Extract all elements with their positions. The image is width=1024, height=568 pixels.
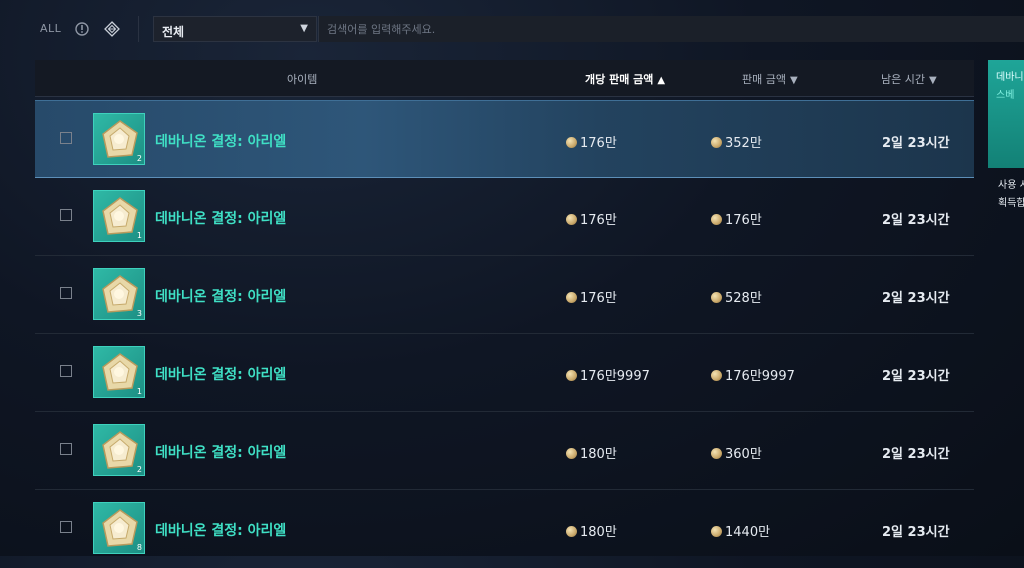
item-name: 데바니온 결정: 아리엘 <box>155 289 287 305</box>
item-detail-card: 데바니 스베 <box>988 60 1024 168</box>
chevron-down-icon: ▼ <box>300 23 308 34</box>
unit-price: 176만9997 <box>566 365 650 384</box>
unit-price: 176만 <box>566 132 617 151</box>
total-price: 352만 <box>711 132 762 151</box>
item-name: 데바니온 결정: 아리엘 <box>155 523 287 539</box>
crystal-item-icon: 8 <box>93 502 145 554</box>
time-left: 2일 23시간 <box>882 447 950 462</box>
sort-ascending-icon: ▲ <box>657 75 666 86</box>
row-checkbox[interactable] <box>60 132 72 144</box>
detail-title: 데바니 <box>996 72 1024 83</box>
unit-price: 176만 <box>566 287 617 306</box>
row-checkbox[interactable] <box>60 521 72 533</box>
item-name: 데바니온 결정: 아리엘 <box>155 211 287 227</box>
unit-price-value: 176만 <box>580 291 617 306</box>
table-header: 아이템 개당 판매 금액 ▲ 판매 금액 ▼ 남은 시간 ▼ <box>35 60 974 97</box>
total-price-value: 360만 <box>725 447 762 462</box>
unit-price: 176만 <box>566 209 617 228</box>
unit-price-value: 176만9997 <box>580 369 650 384</box>
info-circle-icon[interactable] <box>74 21 90 37</box>
total-price-value: 1440만 <box>725 525 771 540</box>
total-price-value: 528만 <box>725 291 762 306</box>
item-quantity: 8 <box>136 543 142 552</box>
coin-icon <box>711 370 722 381</box>
table-row[interactable]: 8 데바니온 결정: 아리엘 180만 1440만 2일 23시간 <box>35 490 974 568</box>
crystal-item-icon: 2 <box>93 424 145 476</box>
table-row[interactable]: 1 데바니온 결정: 아리엘 176만 176만 2일 23시간 <box>35 178 974 256</box>
crystal-item-icon: 3 <box>93 268 145 320</box>
total-price: 528만 <box>711 287 762 306</box>
table-row[interactable]: 2 데바니온 결정: 아리엘 180만 360만 2일 23시간 <box>35 412 974 490</box>
detail-subtitle: 스베 <box>996 90 1015 101</box>
unit-price-value: 180만 <box>580 525 617 540</box>
coin-icon <box>566 292 577 303</box>
unit-price-value: 180만 <box>580 447 617 462</box>
time-left: 2일 23시간 <box>882 291 950 306</box>
time-left: 2일 23시간 <box>882 136 950 151</box>
time-left: 2일 23시간 <box>882 525 950 540</box>
unit-price-value: 176만 <box>580 213 617 228</box>
item-detail-panel: 데바니 스베 사용 시 획득합 <box>984 56 1024 216</box>
item-quantity: 1 <box>136 387 142 396</box>
column-header-unit-price-label: 개당 판매 금액 <box>585 73 654 86</box>
total-price-value: 176만9997 <box>725 369 795 384</box>
crystal-item-icon: 1 <box>93 346 145 398</box>
time-left: 2일 23시간 <box>882 369 950 384</box>
coin-icon <box>711 526 722 537</box>
total-price: 1440만 <box>711 521 770 540</box>
coin-icon <box>566 448 577 459</box>
coin-icon <box>566 526 577 537</box>
total-price-value: 176만 <box>725 213 762 228</box>
column-header-total-price-label: 판매 금액 <box>742 73 786 86</box>
row-checkbox[interactable] <box>60 443 72 455</box>
unit-price: 180만 <box>566 443 617 462</box>
diamond-grid-icon[interactable] <box>104 21 120 37</box>
coin-icon <box>566 370 577 381</box>
item-name: 데바니온 결정: 아리엘 <box>155 134 287 150</box>
detail-line-1: 사용 시 <box>998 180 1024 191</box>
coin-icon <box>711 292 722 303</box>
row-checkbox[interactable] <box>60 209 72 221</box>
crystal-item-icon: 1 <box>93 190 145 242</box>
coin-icon <box>711 448 722 459</box>
item-quantity: 3 <box>136 309 142 318</box>
column-header-unit-price[interactable]: 개당 판매 금액 ▲ <box>585 71 665 87</box>
category-selected-value: 전체 <box>162 25 185 39</box>
filter-bar: ALL 전체 ▼ <box>0 0 1024 58</box>
unit-price-value: 176만 <box>580 136 617 151</box>
detail-line-2: 획득합 <box>998 198 1024 209</box>
table-row[interactable]: 3 데바니온 결정: 아리엘 176만 528만 2일 23시간 <box>35 256 974 334</box>
coin-icon <box>566 214 577 225</box>
sort-descending-icon: ▼ <box>789 75 798 86</box>
item-quantity: 2 <box>136 465 142 474</box>
total-price: 360만 <box>711 443 762 462</box>
coin-icon <box>711 214 722 225</box>
item-quantity: 1 <box>136 231 142 240</box>
item-name: 데바니온 결정: 아리엘 <box>155 445 287 461</box>
total-price: 176만 <box>711 209 762 228</box>
coin-icon <box>711 137 722 148</box>
column-header-time-left[interactable]: 남은 시간 ▼ <box>881 71 937 87</box>
divider <box>138 16 139 42</box>
row-checkbox[interactable] <box>60 287 72 299</box>
total-price: 176만9997 <box>711 365 795 384</box>
filter-all-tab[interactable]: ALL <box>40 22 61 35</box>
time-left: 2일 23시간 <box>882 213 950 228</box>
total-price-value: 352만 <box>725 136 762 151</box>
coin-icon <box>566 137 577 148</box>
table-row[interactable]: 2 데바니온 결정: 아리엘 176만 352만 2일 23시간 <box>35 100 974 178</box>
unit-price: 180만 <box>566 521 617 540</box>
category-dropdown[interactable]: 전체 ▼ <box>153 16 317 42</box>
crystal-item-icon: 2 <box>93 113 145 165</box>
column-header-time-left-label: 남은 시간 <box>881 73 925 86</box>
sort-descending-icon: ▼ <box>928 75 937 86</box>
item-name: 데바니온 결정: 아리엘 <box>155 367 287 383</box>
search-input[interactable] <box>318 16 1024 42</box>
table-row[interactable]: 1 데바니온 결정: 아리엘 176만9997 176만9997 2일 23시간 <box>35 334 974 412</box>
column-header-total-price[interactable]: 판매 금액 ▼ <box>742 71 798 87</box>
row-checkbox[interactable] <box>60 365 72 377</box>
column-header-item[interactable]: 아이템 <box>287 71 317 87</box>
item-quantity: 2 <box>136 154 142 163</box>
